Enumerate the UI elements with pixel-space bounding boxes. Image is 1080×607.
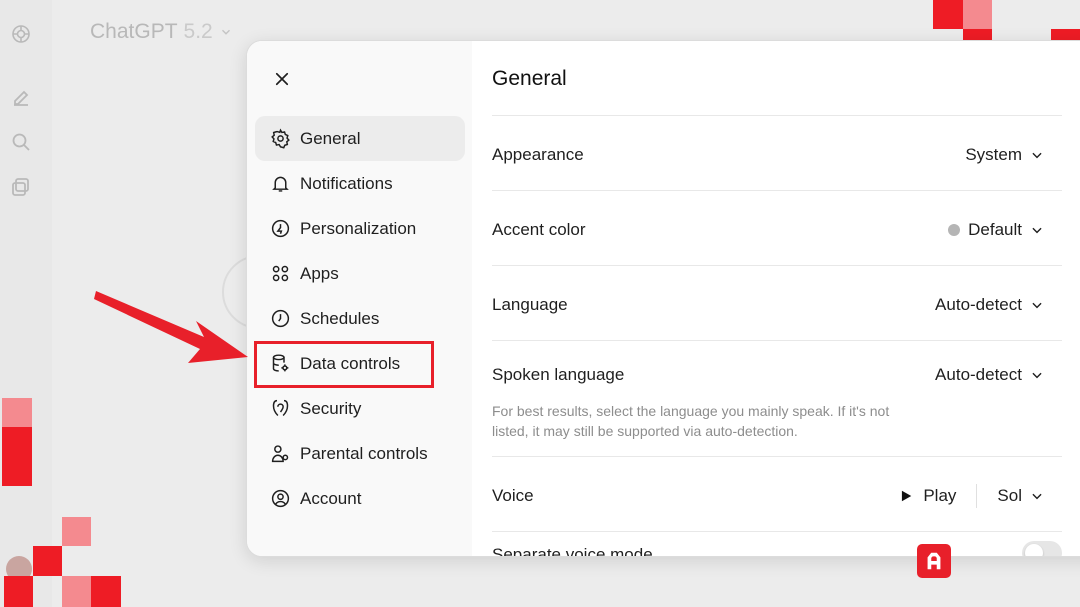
chevron-down-icon [1032, 493, 1042, 500]
app-sidebar-rail [0, 0, 52, 607]
language-label: Language [492, 295, 568, 314]
pixel-decoration [4, 576, 33, 607]
apps-grid-icon [269, 263, 291, 285]
pixel-decoration [963, 0, 992, 29]
accent-color-label: Accent color [492, 220, 586, 239]
play-voice-button[interactable]: Play [899, 486, 956, 506]
language-select[interactable]: Auto-detect [935, 295, 1044, 315]
sidebar-item-label: Parental controls [300, 443, 428, 463]
divider [492, 456, 1062, 457]
accent-color-select[interactable]: Default [948, 220, 1044, 240]
sidebar-item-notifications[interactable]: Notifications [255, 161, 465, 206]
model-selector[interactable]: ChatGPT 5.2 [90, 20, 233, 44]
pixel-decoration [91, 576, 121, 607]
voice-controls: Play Sol [899, 484, 1044, 508]
spoken-language-select[interactable]: Auto-detect [935, 365, 1044, 385]
sidebar-item-label: Apps [300, 263, 339, 283]
chevron-down-icon [1032, 372, 1042, 379]
bell-icon [269, 173, 291, 195]
settings-sidebar: General Notifications Personalization Ap… [247, 41, 472, 556]
sidebar-item-security[interactable]: Security [255, 386, 465, 431]
divider [492, 531, 1062, 532]
sidebar-item-personalization[interactable]: Personalization [255, 206, 465, 251]
sidebar-item-label: Personalization [300, 218, 417, 238]
sidebar-item-label: Account [300, 488, 362, 508]
sidebar-item-parental-controls[interactable]: Parental controls [255, 431, 465, 476]
chevron-down-icon [1032, 227, 1042, 234]
sidebar-item-account[interactable]: Account [255, 476, 465, 521]
sidebar-item-label: Schedules [300, 308, 380, 328]
pixel-decoration [933, 0, 963, 29]
sidebar-item-general[interactable]: General [255, 116, 465, 161]
parent-icon [269, 443, 291, 465]
new-chat-icon[interactable] [9, 86, 33, 110]
chevron-down-icon [221, 29, 230, 35]
pixel-decoration [62, 576, 91, 607]
divider [976, 484, 978, 508]
accent-color-swatch [948, 224, 961, 236]
sidebar-item-label: General [300, 128, 361, 148]
clock-icon [269, 308, 291, 330]
pixel-decoration [62, 517, 91, 546]
divider [492, 115, 1062, 116]
separate-voice-mode-label: Separate voice mode [492, 545, 653, 557]
divider [492, 265, 1062, 266]
sidebar-item-apps[interactable]: Apps [255, 251, 465, 296]
sidebar-item-label: Notifications [300, 173, 393, 193]
divider [492, 190, 1062, 191]
appearance-select[interactable]: System [965, 145, 1044, 165]
play-icon [902, 490, 912, 502]
pixel-decoration [2, 398, 32, 427]
sidebar-item-schedules[interactable]: Schedules [255, 296, 465, 341]
pixel-decoration [2, 427, 32, 486]
chevron-down-icon [1032, 302, 1042, 309]
search-icon[interactable] [9, 130, 33, 154]
divider [492, 340, 1062, 341]
gear-icon [269, 128, 291, 150]
watermark-logo-icon [917, 544, 951, 578]
spoken-language-value: Auto-detect [935, 365, 1022, 384]
accent-color-value: Default [968, 220, 1022, 239]
account-icon [269, 488, 291, 510]
settings-nav: General Notifications Personalization Ap… [255, 116, 465, 521]
sidebar-item-label: Security [300, 398, 362, 418]
shield-icon [269, 398, 291, 420]
language-value: Auto-detect [935, 295, 1022, 314]
spoken-language-label: Spoken language [492, 365, 625, 384]
play-label: Play [923, 486, 957, 505]
general-settings-panel: General Appearance System Accent color D… [492, 41, 1062, 556]
page-title: General [492, 67, 567, 90]
model-version: 5.2 [183, 20, 213, 43]
chevron-down-icon [1032, 152, 1042, 159]
library-icon[interactable] [9, 175, 33, 199]
highlight-box [254, 341, 434, 388]
separate-voice-mode-toggle[interactable] [1022, 541, 1062, 556]
appearance-value: System [965, 145, 1022, 164]
voice-label: Voice [492, 486, 534, 505]
close-button[interactable] [269, 66, 295, 92]
voice-select[interactable]: Sol [997, 486, 1044, 506]
app-title: ChatGPT [90, 20, 178, 43]
openai-logo-icon[interactable] [9, 22, 33, 46]
close-icon [275, 72, 289, 86]
voice-value: Sol [997, 486, 1022, 505]
personalization-icon [269, 218, 291, 240]
pixel-decoration [33, 546, 62, 576]
spoken-language-hint: For best results, select the language yo… [492, 403, 890, 439]
settings-dialog: General Notifications Personalization Ap… [246, 40, 1080, 557]
appearance-label: Appearance [492, 145, 584, 164]
red-arrow-icon [94, 291, 248, 363]
